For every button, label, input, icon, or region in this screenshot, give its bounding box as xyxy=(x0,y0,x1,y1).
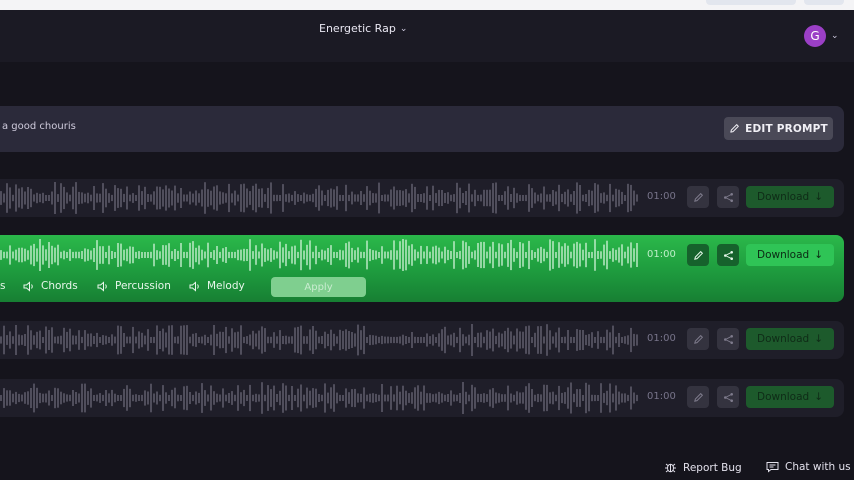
prompt-bar xyxy=(0,106,844,152)
top-bar xyxy=(0,10,854,62)
chevron-down-icon: ⌄ xyxy=(399,23,408,34)
stem-chords[interactable]: Chords xyxy=(23,280,78,292)
report-bug-link[interactable]: Report Bug xyxy=(664,461,742,474)
stem-melody[interactable]: Melody xyxy=(189,280,245,292)
chevron-down-icon[interactable]: ⌄ xyxy=(831,31,839,41)
share-track-button[interactable] xyxy=(717,328,739,350)
apply-button[interactable]: Apply xyxy=(271,277,366,297)
chat-label: Chat with us xyxy=(785,461,851,473)
stem-percussion[interactable]: Percussion xyxy=(97,280,171,292)
browser-tab-pill xyxy=(804,0,844,5)
download-arrow-icon: ↓ xyxy=(814,391,823,403)
edit-prompt-button[interactable]: EDIT PROMPT xyxy=(724,117,833,140)
chat-link[interactable]: Chat with us xyxy=(766,461,851,473)
report-bug-label: Report Bug xyxy=(683,461,742,474)
share-track-button[interactable] xyxy=(717,244,739,266)
track-time: 01:00 xyxy=(647,391,676,402)
speaker-icon xyxy=(23,280,33,292)
project-title: Energetic Rap xyxy=(319,22,396,35)
download-label: Download xyxy=(756,191,810,203)
waveform[interactable] xyxy=(0,181,638,215)
track-time: 01:00 xyxy=(647,191,676,202)
avatar[interactable]: G xyxy=(804,25,826,47)
share-icon xyxy=(723,250,733,260)
project-selector[interactable]: Energetic Rap ⌄ xyxy=(319,22,407,35)
stem-partial: s xyxy=(0,280,6,292)
stem-label: Chords xyxy=(41,280,78,292)
waveform[interactable] xyxy=(0,381,638,415)
edit-prompt-label: EDIT PROMPT xyxy=(745,122,828,135)
speaker-icon xyxy=(189,280,199,292)
edit-track-button[interactable] xyxy=(687,244,709,266)
download-arrow-icon: ↓ xyxy=(814,191,823,203)
download-button[interactable]: Download ↓ xyxy=(746,386,834,408)
download-label: Download xyxy=(756,333,810,345)
pencil-icon xyxy=(693,334,703,344)
speaker-icon xyxy=(97,280,107,292)
download-label: Download xyxy=(756,391,810,403)
download-label: Download xyxy=(756,249,810,261)
edit-track-button[interactable] xyxy=(687,186,709,208)
download-button[interactable]: Download ↓ xyxy=(746,328,834,350)
stem-label: Percussion xyxy=(115,280,171,292)
download-arrow-icon: ↓ xyxy=(814,333,823,345)
bug-icon xyxy=(665,463,676,473)
edit-track-button[interactable] xyxy=(687,328,709,350)
download-button[interactable]: Download ↓ xyxy=(746,244,834,266)
waveform[interactable] xyxy=(0,323,638,357)
share-icon xyxy=(723,334,733,344)
track-time: 01:00 xyxy=(647,249,676,260)
download-button[interactable]: Download ↓ xyxy=(746,186,834,208)
pencil-icon xyxy=(730,124,739,133)
share-track-button[interactable] xyxy=(717,386,739,408)
track-time: 01:00 xyxy=(647,333,676,344)
edit-track-button[interactable] xyxy=(687,386,709,408)
share-icon xyxy=(723,392,733,402)
prompt-text: a good chouris xyxy=(2,121,76,132)
waveform[interactable] xyxy=(0,238,638,272)
share-track-button[interactable] xyxy=(717,186,739,208)
browser-tab-pill xyxy=(706,0,796,5)
share-icon xyxy=(723,192,733,202)
chat-icon xyxy=(766,462,779,473)
pencil-icon xyxy=(693,192,703,202)
pencil-icon xyxy=(693,250,703,260)
browser-strip xyxy=(0,0,854,10)
pencil-icon xyxy=(693,392,703,402)
download-arrow-icon: ↓ xyxy=(814,249,823,261)
apply-label: Apply xyxy=(304,281,333,293)
stem-label: Melody xyxy=(207,280,245,292)
avatar-initial: G xyxy=(810,29,820,43)
